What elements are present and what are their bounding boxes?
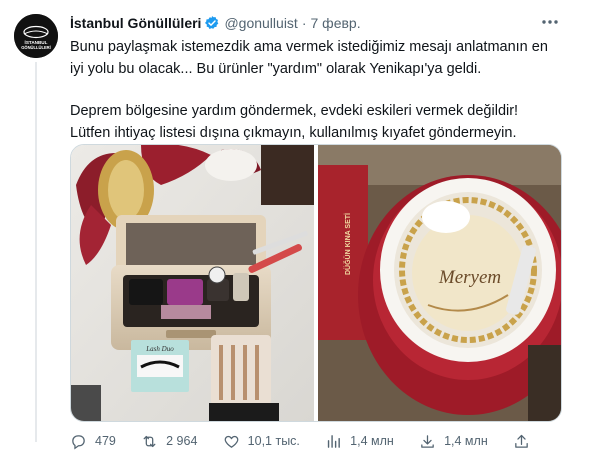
- download-count: 1,4 млн: [444, 434, 488, 448]
- author-handle[interactable]: @gonulluist: [224, 15, 297, 31]
- photo-left[interactable]: Lash Duo: [71, 145, 315, 421]
- tweet-text-paragraph-2: Deprem bölgesine yardım göndermek, evdek…: [70, 103, 519, 141]
- tweet[interactable]: İSTANBUL GÖNÜLLÜLERİ İstanbul Gönüllüler…: [0, 0, 590, 459]
- photo-right-image: DÜĞÜN KINA SETİ Meryem: [317, 145, 561, 421]
- like-icon: [224, 435, 238, 448]
- lash-brand-label: Lash Duo: [145, 345, 174, 353]
- svg-text:GÖNÜLLÜLERİ: GÖNÜLLÜLERİ: [21, 45, 51, 50]
- share-button[interactable]: [513, 433, 530, 450]
- retweet-icon: [143, 435, 156, 447]
- box-label: DÜĞÜN KINA SETİ: [343, 213, 352, 275]
- photo-left-image: Lash Duo: [71, 145, 314, 421]
- download-icon: [421, 434, 434, 448]
- tweet-date[interactable]: 7 февр.: [311, 15, 361, 31]
- download-button[interactable]: 1,4 млн: [419, 433, 488, 450]
- reply-button[interactable]: 479: [70, 433, 116, 450]
- thread-line: [35, 62, 37, 442]
- retweet-button[interactable]: 2 964: [141, 433, 197, 450]
- retweet-count: 2 964: [166, 434, 198, 448]
- views-count: 1,4 млн: [350, 434, 394, 448]
- tweet-text-paragraph-1: Bunu paylaşmak istemezdik ama vermek ist…: [70, 39, 548, 77]
- author-name[interactable]: İstanbul Gönüllüleri: [70, 15, 201, 31]
- like-button[interactable]: 10,1 тыс.: [223, 433, 300, 450]
- tweet-header: İstanbul Gönüllüleri @gonulluist · 7 фев…: [70, 13, 361, 33]
- share-icon: [515, 434, 528, 448]
- avatar-logo: İSTANBUL GÖNÜLLÜLERİ: [14, 14, 58, 58]
- like-count: 10,1 тыс.: [247, 434, 300, 448]
- separator: ·: [301, 15, 307, 31]
- views-icon: [328, 434, 341, 448]
- verified-icon: [205, 16, 219, 30]
- avatar[interactable]: İSTANBUL GÖNÜLLÜLERİ: [14, 14, 58, 58]
- media-grid: Lash Duo DÜĞÜN KINA SETİ Meryem: [70, 144, 562, 422]
- reply-icon: [72, 434, 85, 449]
- views-button[interactable]: 1,4 млн: [325, 433, 394, 450]
- reply-count: 479: [95, 434, 116, 448]
- tweet-text: Bunu paylaşmak istemezdik ama vermek ist…: [70, 37, 560, 144]
- name-label: Meryem: [437, 267, 500, 288]
- more-icon[interactable]: [540, 14, 560, 30]
- action-bar: 479 2 964 10,1 тыс. 1,4 млн 1,4 млн: [70, 430, 530, 452]
- photo-right[interactable]: DÜĞÜN KINA SETİ Meryem: [317, 145, 561, 421]
